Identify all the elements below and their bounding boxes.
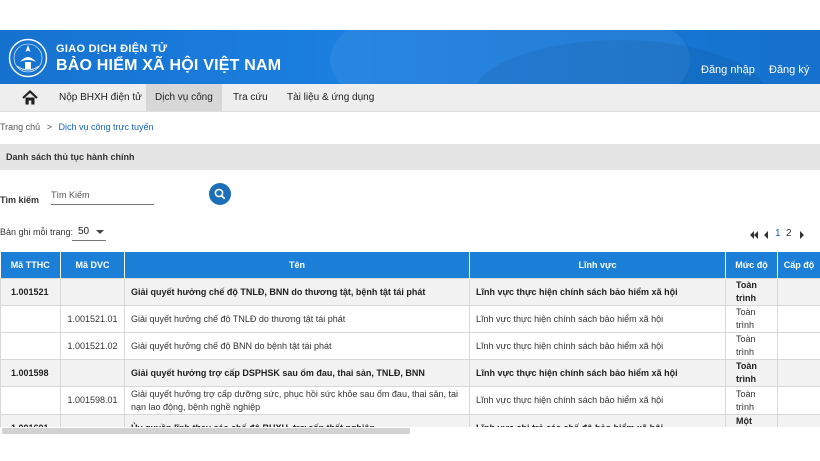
col-ten[interactable]: Tên — [124, 252, 470, 279]
vss-logo-icon[interactable] — [8, 38, 48, 78]
login-link[interactable]: Đăng nhập — [701, 64, 755, 76]
breadcrumb-separator: > — [46, 122, 52, 132]
nav-item-tra-cuu[interactable]: Tra cứu — [224, 84, 277, 111]
cell-cap-do — [777, 305, 820, 333]
cell-ma-tthc — [0, 332, 61, 360]
cell-muc-do: Toàn trình — [725, 278, 778, 306]
brand-title[interactable]: BẢO HIỂM XÃ HỘI VIỆT NAM — [56, 57, 281, 75]
cell-muc-do: Toàn trình — [725, 359, 778, 387]
first-page-icon[interactable] — [749, 230, 759, 240]
prev-page-icon[interactable] — [763, 230, 769, 240]
cell-ma-dvc — [60, 359, 125, 387]
cell-ma-dvc: 1.001521.01 — [60, 305, 125, 333]
cell-cap-do — [777, 386, 820, 415]
cell-cap-do — [777, 278, 820, 306]
search-icon — [214, 188, 226, 200]
col-linh-vuc[interactable]: Lĩnh vực — [469, 252, 726, 279]
cell-linh-vuc: Lĩnh vực thực hiện chính sách bảo hiểm x… — [469, 305, 726, 333]
horizontal-scrollbar[interactable] — [0, 427, 820, 435]
cell-muc-do: Toàn trình — [725, 332, 778, 360]
breadcrumb: Trang chủ > Dịch vụ công trực tuyến — [0, 122, 154, 132]
table-row[interactable]: 1.001598 Giải quyết hưởng trợ cấp DSPHSK… — [0, 359, 820, 387]
home-icon[interactable] — [20, 88, 40, 108]
cell-ten[interactable]: Giải quyết hưởng chế độ TNLĐ, BNN do thư… — [124, 278, 470, 306]
page-1[interactable]: 1 — [775, 228, 781, 239]
cell-linh-vuc: Lĩnh vực thực hiện chính sách bảo hiểm x… — [469, 332, 726, 360]
breadcrumb-home[interactable]: Trang chủ — [0, 122, 40, 132]
chevron-down-icon — [96, 230, 104, 234]
table-row[interactable]: 1.001521.02 Giải quyết hưởng chế độ BNN … — [0, 332, 820, 360]
table-row[interactable]: 1.001521.01 Giải quyết hưởng chế độ TNLĐ… — [0, 305, 820, 333]
search-input[interactable] — [51, 186, 154, 205]
cell-ten[interactable]: Giải quyết hưởng trợ cấp DSPHSK sau ốm đ… — [124, 359, 470, 387]
site-header: GIAO DỊCH ĐIỆN TỬ BẢO HIỂM XÃ HỘI VIỆT N… — [0, 30, 820, 84]
nav-item-nop-bhxh[interactable]: Nộp BHXH điện tử — [50, 84, 151, 111]
cell-linh-vuc: Lĩnh vực thực hiện chính sách bảo hiểm x… — [469, 386, 726, 415]
register-link[interactable]: Đăng ký — [769, 64, 809, 76]
cell-ma-dvc: 1.001521.02 — [60, 332, 125, 360]
table-header-row: Mã TTHC Mã DVC Tên Lĩnh vực Mức độ Cấp đ… — [0, 252, 820, 279]
cell-cap-do — [777, 359, 820, 387]
col-cap-do[interactable]: Cấp độ — [777, 252, 820, 279]
cell-ten[interactable]: Giải quyết hưởng chế độ BNN do bệnh tật … — [124, 332, 470, 360]
per-page-label: Bản ghi mỗi trang: — [0, 227, 74, 237]
cell-ma-tthc — [0, 386, 61, 415]
per-page-select[interactable]: 50 — [72, 223, 106, 241]
cell-ma-dvc: 1.001598.01 — [60, 386, 125, 415]
cell-ten[interactable]: Giải quyết hưởng chế độ TNLĐ do thương t… — [124, 305, 470, 333]
cell-muc-do: Toàn trình — [725, 386, 778, 415]
cell-ma-tthc: 1.001598 — [0, 359, 61, 387]
col-ma-dvc[interactable]: Mã DVC — [60, 252, 125, 279]
scrollbar-thumb[interactable] — [2, 428, 410, 434]
nav-item-tai-lieu[interactable]: Tài liệu & ứng dụng — [278, 84, 383, 111]
cell-ma-tthc — [0, 305, 61, 333]
search-button[interactable] — [209, 183, 231, 205]
next-page-icon[interactable] — [799, 230, 805, 240]
col-muc-do[interactable]: Mức độ — [725, 252, 778, 279]
cell-linh-vuc: Lĩnh vực thực hiện chính sách bảo hiểm x… — [469, 278, 726, 306]
cell-cap-do — [777, 332, 820, 360]
cell-ma-dvc — [60, 278, 125, 306]
table-row[interactable]: 1.001521 Giải quyết hưởng chế độ TNLĐ, B… — [0, 278, 820, 306]
procedures-table: Mã TTHC Mã DVC Tên Lĩnh vực Mức độ Cấp đ… — [0, 252, 820, 442]
cell-ten[interactable]: Giải quyết hưởng trợ cấp dưỡng sức, phục… — [124, 386, 470, 415]
page-2[interactable]: 2 — [786, 228, 792, 239]
section-title: Danh sách thủ tục hành chính — [6, 152, 135, 162]
search-label: Tìm kiếm — [0, 195, 40, 205]
nav-item-dich-vu-cong[interactable]: Dịch vụ công — [146, 84, 222, 111]
cell-linh-vuc: Lĩnh vực thực hiện chính sách bảo hiểm x… — [469, 359, 726, 387]
cell-muc-do: Toàn trình — [725, 305, 778, 333]
breadcrumb-current[interactable]: Dịch vụ công trực tuyến — [59, 122, 154, 132]
bottom-whitespace — [0, 435, 820, 461]
main-nav: Nộp BHXH điện tử Dịch vụ công Tra cứu Tà… — [0, 84, 820, 112]
section-header: Danh sách thủ tục hành chính — [0, 144, 820, 170]
top-whitespace — [0, 0, 820, 30]
brand-subtitle: GIAO DỊCH ĐIỆN TỬ — [56, 43, 168, 55]
cell-ma-tthc: 1.001521 — [0, 278, 61, 306]
col-ma-tthc[interactable]: Mã TTHC — [0, 252, 61, 279]
per-page-value: 50 — [78, 226, 90, 237]
table-row[interactable]: 1.001598.01 Giải quyết hưởng trợ cấp dưỡ… — [0, 386, 820, 415]
